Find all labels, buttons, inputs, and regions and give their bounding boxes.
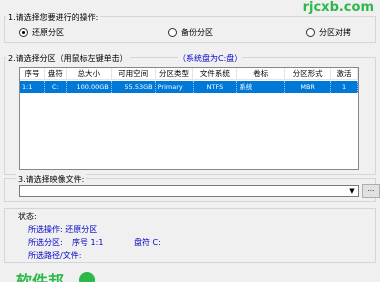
brand-logo-icon	[79, 272, 95, 282]
col-file-system[interactable]: 文件系统	[193, 68, 238, 79]
status-operation: 所选操作: 还原分区	[28, 225, 98, 234]
system-drive-hint: （系统盘为C:盘）	[178, 53, 243, 64]
col-volume-label[interactable]: 卷标	[237, 68, 286, 79]
backup-partition-radio[interactable]: 备份分区	[168, 27, 213, 38]
partition-copy-radio[interactable]: 分区对拷	[306, 27, 351, 38]
cell-file-system: NTFS	[194, 81, 238, 93]
radio-indicator	[306, 28, 315, 37]
image-file-combobox[interactable]: ▼	[19, 185, 359, 197]
status-title: 状态:	[18, 212, 37, 221]
cell-free-space: 55.53GB	[112, 81, 156, 93]
col-partition-type[interactable]: 分区类型	[156, 68, 194, 79]
cell-index: 1:1	[20, 81, 45, 93]
image-file-group-title: 3.请选择映像文件:	[16, 174, 87, 185]
cell-total-size: 100.00GB	[67, 81, 112, 93]
cell-drive: C:	[45, 81, 67, 93]
brand-logo-text: 软件邦	[16, 272, 65, 282]
table-header: 序号 盘符 总大小 可用空间 分区类型 文件系统 卷标 分区形式 激活	[20, 68, 358, 80]
watermark-logo: rjcxb.com	[302, 0, 374, 15]
col-free-space[interactable]: 可用空间	[112, 68, 156, 79]
radio-label: 分区对拷	[319, 28, 351, 37]
operation-group-title: 1.请选择您要进行的操作:	[6, 12, 101, 23]
cell-partition-style: MBR	[285, 81, 332, 93]
col-active[interactable]: 激活	[331, 68, 358, 79]
col-total-size[interactable]: 总大小	[67, 68, 112, 79]
status-partition-drive: 盘符 C:	[134, 238, 161, 247]
cell-active: 1	[331, 81, 359, 93]
chevron-down-icon[interactable]: ▼	[346, 186, 358, 196]
cell-volume-label: 系统	[237, 81, 286, 93]
partition-table[interactable]: 序号 盘符 总大小 可用空间 分区类型 文件系统 卷标 分区形式 激活 1:1 …	[19, 67, 359, 170]
col-partition-style[interactable]: 分区形式	[285, 68, 332, 79]
cell-partition-type: Primary	[156, 81, 194, 93]
radio-label: 备份分区	[181, 28, 213, 37]
radio-indicator	[168, 28, 177, 37]
status-partition-index: 序号 1:1	[72, 238, 104, 247]
partition-group-title: 2.请选择分区（用鼠标左键单击）	[6, 53, 130, 64]
radio-label: 还原分区	[32, 28, 64, 37]
status-path: 所选路径/文件:	[28, 251, 82, 260]
col-index[interactable]: 序号	[20, 68, 45, 79]
table-row[interactable]: 1:1 C: 100.00GB 55.53GB Primary NTFS 系统 …	[20, 81, 359, 93]
col-drive[interactable]: 盘符	[45, 68, 67, 79]
browse-button[interactable]: ...	[362, 184, 380, 198]
restore-partition-radio[interactable]: 还原分区	[19, 27, 64, 38]
radio-selected-indicator	[19, 28, 28, 37]
status-partition-prefix: 所选分区:	[28, 238, 63, 247]
